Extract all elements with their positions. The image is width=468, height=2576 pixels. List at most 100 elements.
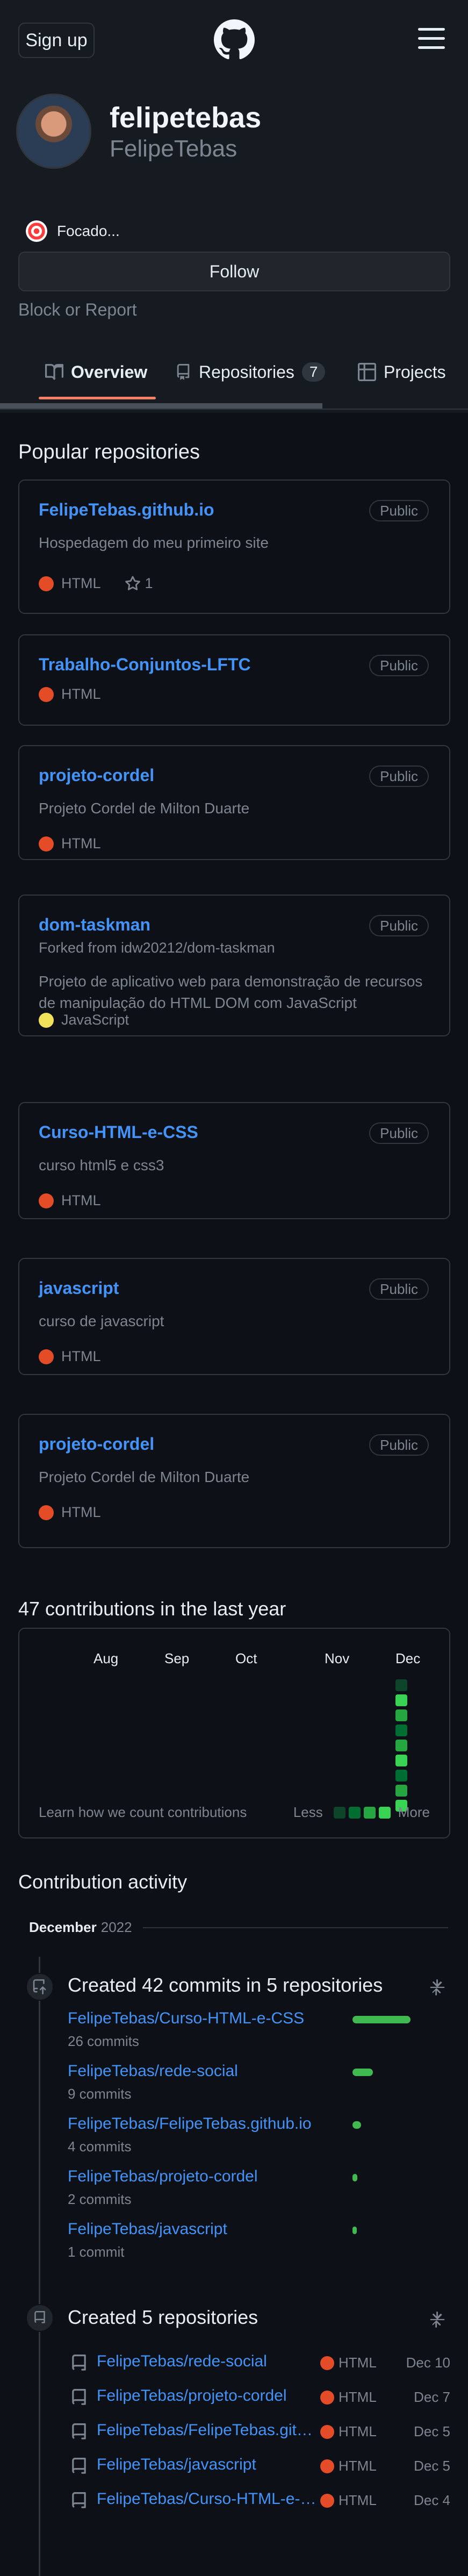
repo-link[interactable]: FelipeTebas.github.io bbox=[39, 500, 214, 520]
tab-repositories-label: Repositories bbox=[199, 362, 294, 382]
contribution-cell[interactable] bbox=[395, 1694, 407, 1706]
language-color-dot bbox=[320, 2493, 334, 2508]
repo-meta: HTML bbox=[39, 835, 101, 852]
contribution-cell[interactable] bbox=[395, 1755, 407, 1766]
contribution-cell[interactable] bbox=[395, 1679, 407, 1691]
repo-link[interactable]: Curso-HTML-e-CSS bbox=[39, 1122, 198, 1142]
tab-overview[interactable]: Overview bbox=[45, 356, 147, 388]
activity-month-header: December 2022 bbox=[29, 1919, 448, 1936]
contribution-graph: Aug Sep Oct Nov Dec Learn how we count c… bbox=[18, 1628, 450, 1838]
commit-repo-link[interactable]: FelipeTebas/javascript bbox=[68, 2220, 227, 2238]
commit-repo-link[interactable]: FelipeTebas/rede-social bbox=[68, 2062, 238, 2080]
created-repo-language: HTML bbox=[320, 2389, 377, 2406]
repo-icon bbox=[34, 2311, 45, 2323]
tabs-scrollbar[interactable] bbox=[0, 403, 322, 409]
learn-contributions-link[interactable]: Learn how we count contributions bbox=[39, 1804, 247, 1821]
star-icon bbox=[125, 575, 140, 590]
legend-square bbox=[363, 1806, 376, 1819]
status-text: Focado... bbox=[57, 223, 120, 239]
repo-icon bbox=[72, 2492, 86, 2508]
created-repo-link[interactable]: FelipeTebas/javascript bbox=[97, 2456, 317, 2474]
language-color-dot bbox=[320, 2424, 334, 2439]
block-or-report-link[interactable]: Block or Report bbox=[18, 300, 137, 320]
legend-more: More bbox=[398, 1804, 430, 1820]
repo-link[interactable]: dom-taskman bbox=[39, 915, 150, 935]
repo-link[interactable]: projeto-cordel bbox=[39, 765, 154, 785]
created-repo-date: Dec 4 bbox=[414, 2492, 450, 2508]
commit-repo-link[interactable]: FelipeTebas/projeto-cordel bbox=[68, 2167, 258, 2186]
language-name: HTML bbox=[339, 2423, 377, 2439]
repo-icon bbox=[72, 2389, 86, 2405]
commit-repo-link[interactable]: FelipeTebas/FelipeTebas.github.io bbox=[68, 2115, 312, 2133]
repo-description: Projeto Cordel de Milton Duarte bbox=[39, 800, 250, 817]
legend-square bbox=[348, 1806, 361, 1819]
follow-button[interactable]: Follow bbox=[18, 252, 450, 291]
visibility-badge: Public bbox=[369, 1122, 429, 1144]
active-tab-indicator bbox=[39, 397, 156, 399]
created-repo-date: Dec 5 bbox=[414, 2423, 450, 2439]
repo-icon bbox=[72, 2458, 86, 2474]
repo-language: JavaScript bbox=[61, 1012, 129, 1028]
repo-meta: JavaScript bbox=[39, 1012, 129, 1028]
created-repo-link[interactable]: FelipeTebas/FelipeTebas.github.io bbox=[97, 2421, 317, 2439]
visibility-badge: Public bbox=[369, 500, 429, 521]
commit-count-link[interactable]: 9 commits bbox=[68, 2086, 131, 2102]
hamburger-menu-icon[interactable] bbox=[418, 28, 445, 49]
repo-push-icon bbox=[33, 1979, 46, 1994]
created-repo-link[interactable]: FelipeTebas/rede-social bbox=[97, 2352, 317, 2371]
stars-link[interactable]: 1 bbox=[125, 575, 153, 592]
language-color-dot bbox=[39, 686, 54, 702]
repo-card: projeto-cordel Public Projeto Cordel de … bbox=[18, 745, 450, 860]
month-divider bbox=[142, 1927, 448, 1928]
table-icon bbox=[358, 363, 376, 381]
contribution-cell[interactable] bbox=[395, 1709, 407, 1721]
profile-tabs: Overview Repositories 7 Projects bbox=[0, 342, 468, 409]
repo-icon bbox=[72, 2423, 86, 2439]
commit-activity-icon bbox=[26, 1973, 54, 2001]
tab-overview-label: Overview bbox=[71, 362, 148, 382]
commit-repo-link[interactable]: FelipeTebas/Curso-HTML-e-CSS bbox=[68, 2009, 304, 2028]
repo-card: dom-taskman Public Forked from idw20212/… bbox=[18, 895, 450, 1036]
created-repo-date: Dec 10 bbox=[406, 2355, 450, 2371]
contribution-activity-title: Contribution activity bbox=[18, 1871, 188, 1893]
commit-count-link[interactable]: 26 commits bbox=[68, 2033, 139, 2050]
repo-link[interactable]: projeto-cordel bbox=[39, 1434, 154, 1454]
contribution-cell[interactable] bbox=[395, 1785, 407, 1797]
github-logo-icon[interactable] bbox=[214, 19, 255, 60]
created-repo-link[interactable]: FelipeTebas/Curso-HTML-e-CSS bbox=[97, 2490, 317, 2508]
commit-share-bar bbox=[352, 2069, 373, 2076]
book-icon bbox=[45, 364, 63, 380]
tab-projects[interactable]: Projects bbox=[358, 356, 446, 388]
repo-language: HTML bbox=[61, 686, 101, 702]
sign-up-button[interactable]: Sign up bbox=[18, 23, 95, 58]
repo-icon bbox=[177, 364, 190, 380]
created-repo-row: FelipeTebas/FelipeTebas.github.io HTML Dec… bbox=[70, 2420, 451, 2447]
commit-count-link[interactable]: 4 commits bbox=[68, 2138, 131, 2155]
repo-link[interactable]: Trabalho-Conjuntos-LFTC bbox=[39, 655, 251, 675]
repo-description: Hospedagem do meu primeiro site bbox=[39, 534, 269, 551]
repo-card: Curso-HTML-e-CSS Public curso html5 e cs… bbox=[18, 1102, 450, 1219]
contribution-cell[interactable] bbox=[395, 1725, 407, 1736]
month-label: Nov bbox=[325, 1650, 350, 1666]
repo-link[interactable]: javascript bbox=[39, 1278, 119, 1298]
commit-count-link[interactable]: 1 commit bbox=[68, 2244, 124, 2260]
user-status[interactable]: Focado... bbox=[26, 220, 120, 242]
fork-source[interactable]: Forked from idw20212/dom-taskman bbox=[39, 940, 275, 956]
contribution-cell[interactable] bbox=[395, 1740, 407, 1751]
tab-repositories[interactable]: Repositories 7 bbox=[175, 356, 326, 388]
repo-description: curso de javascript bbox=[39, 1313, 164, 1329]
created-repo-link[interactable]: FelipeTebas/projeto-cordel bbox=[97, 2387, 317, 2405]
commit-share-bar bbox=[352, 2174, 357, 2181]
created-repo-language: HTML bbox=[320, 2458, 377, 2474]
month-label: Aug bbox=[93, 1650, 119, 1666]
commit-count-link[interactable]: 2 commits bbox=[68, 2191, 131, 2208]
star-count: 1 bbox=[145, 575, 153, 591]
created-repo-language: HTML bbox=[320, 2355, 377, 2371]
profile-login: FelipeTebas bbox=[110, 135, 237, 162]
contribution-cell[interactable] bbox=[395, 1770, 407, 1781]
repo-meta: HTML bbox=[39, 1348, 101, 1365]
fold-icon[interactable] bbox=[429, 2312, 445, 2328]
fold-icon[interactable] bbox=[429, 1979, 445, 1995]
avatar bbox=[16, 94, 91, 169]
repo-language: HTML bbox=[61, 575, 101, 591]
